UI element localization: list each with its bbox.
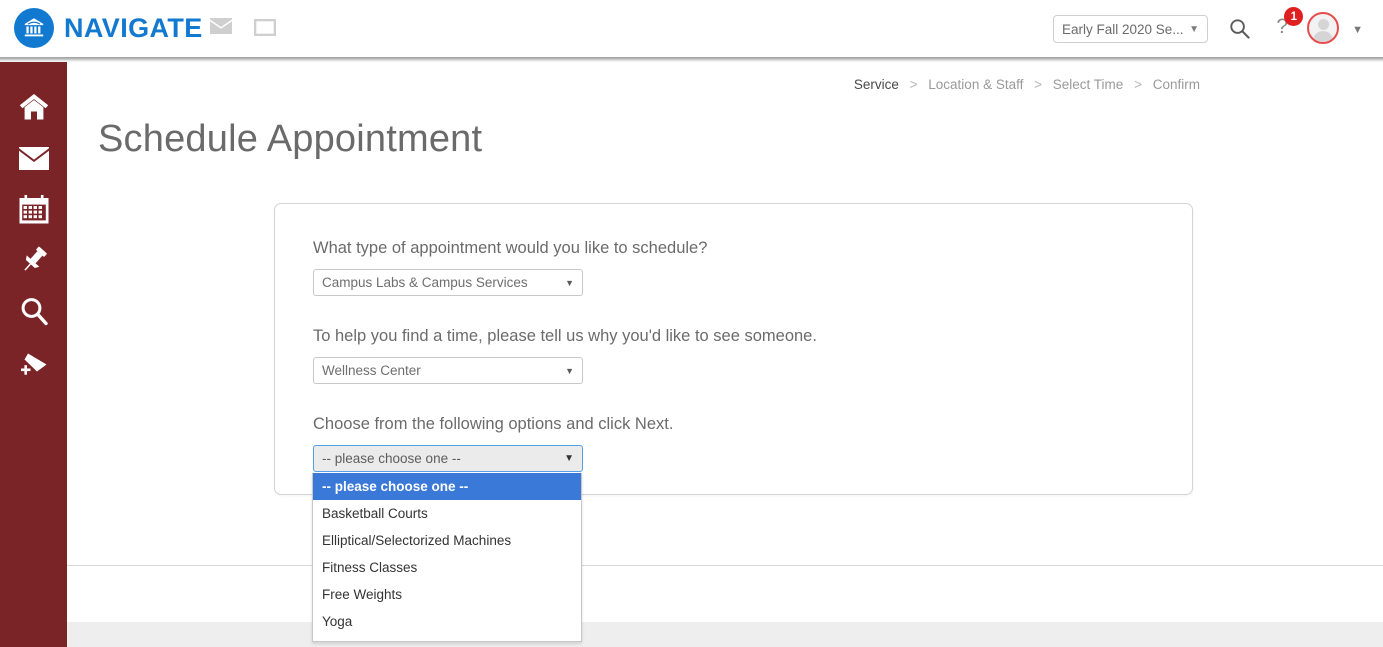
dropdown-option-fitness-classes[interactable]: Fitness Classes (313, 554, 581, 581)
home-icon (19, 93, 49, 126)
appointment-type-select-value: Campus Labs & Campus Services (322, 275, 528, 290)
brand-logo[interactable]: NAVIGATE (14, 8, 203, 48)
sidebar-item-messages[interactable] (0, 135, 67, 186)
reason-select-value: Wellness Center (322, 363, 421, 378)
dropdown-option-free-weights[interactable]: Free Weights (313, 581, 581, 608)
avatar-body-shape (1313, 31, 1333, 42)
dropdown-option-elliptical-selectorized-machines[interactable]: Elliptical/Selectorized Machines (313, 527, 581, 554)
envelope-icon (18, 146, 49, 175)
flag-plus-icon (19, 347, 49, 382)
header-shadow-divider (0, 57, 1383, 62)
envelope-icon[interactable] (210, 18, 232, 39)
sidebar-item-calendar[interactable] (0, 186, 67, 237)
calendar-icon (19, 194, 49, 229)
breadcrumb-separator: > (909, 77, 918, 92)
dropdown-option-placeholder[interactable]: -- please choose one -- (313, 473, 581, 500)
avatar-chevron-down-icon[interactable]: ▼ (1352, 24, 1363, 36)
dropdown-option-basketball-courts[interactable]: Basketball Courts (313, 500, 581, 527)
breadcrumb-separator: > (1034, 77, 1043, 92)
dropdown-bottom-padding (313, 635, 581, 641)
question-label-options: Choose from the following options and cl… (313, 415, 674, 433)
appointment-form-card: What type of appointment would you like … (274, 203, 1193, 495)
notification-badge[interactable]: 1 (1284, 7, 1304, 26)
bank-building-icon (14, 8, 54, 48)
sidebar-item-pinned[interactable] (0, 237, 67, 288)
chevron-down-icon: ▼ (1189, 23, 1199, 35)
footer-strip (67, 622, 1383, 647)
top-header-bar: NAVIGATE Early Fall 2020 Se... ▼ ? 1 ▼ (0, 0, 1383, 57)
chevron-down-icon: ▼ (565, 365, 574, 376)
question-label-appointment-type: What type of appointment would you like … (313, 239, 708, 257)
main-content: Service > Location & Staff > Select Time… (67, 62, 1383, 647)
search-icon[interactable] (1229, 18, 1250, 44)
breadcrumb: Service > Location & Staff > Select Time… (854, 77, 1200, 92)
term-selector[interactable]: Early Fall 2020 Se... ▼ (1053, 15, 1208, 43)
left-sidebar (0, 62, 67, 647)
user-avatar-icon[interactable] (1307, 12, 1339, 44)
breadcrumb-step-location-staff[interactable]: Location & Staff (928, 77, 1023, 92)
sidebar-item-home[interactable] (0, 84, 67, 135)
window-icon[interactable] (253, 18, 277, 41)
pushpin-icon (19, 245, 49, 280)
magnifier-icon (19, 296, 49, 331)
content-divider (67, 565, 1383, 566)
reason-select[interactable]: Wellness Center ▼ (313, 357, 583, 384)
avatar-head-shape (1317, 19, 1329, 30)
dropdown-option-yoga[interactable]: Yoga (313, 608, 581, 635)
chevron-down-icon: ▼ (564, 453, 574, 464)
breadcrumb-step-service[interactable]: Service (854, 77, 899, 92)
sidebar-item-add-to-list[interactable] (0, 339, 67, 390)
breadcrumb-step-confirm[interactable]: Confirm (1153, 77, 1200, 92)
sidebar-item-search[interactable] (0, 288, 67, 339)
app-root: NAVIGATE Early Fall 2020 Se... ▼ ? 1 ▼ S… (0, 0, 1383, 647)
appointment-type-select[interactable]: Campus Labs & Campus Services ▼ (313, 269, 583, 296)
brand-name: NAVIGATE (64, 12, 203, 43)
help-button[interactable]: ? 1 (1276, 7, 1304, 38)
page-title: Schedule Appointment (98, 118, 483, 160)
options-dropdown-list[interactable]: -- please choose one -- Basketball Court… (312, 473, 582, 642)
options-select-value: -- please choose one -- (322, 451, 461, 466)
breadcrumb-step-select-time[interactable]: Select Time (1053, 77, 1124, 92)
question-label-reason: To help you find a time, please tell us … (313, 327, 817, 345)
breadcrumb-separator: > (1134, 77, 1142, 92)
chevron-down-icon: ▼ (565, 277, 574, 288)
term-selector-value: Early Fall 2020 Se... (1062, 21, 1184, 37)
options-select[interactable]: -- please choose one -- ▼ (313, 445, 583, 472)
